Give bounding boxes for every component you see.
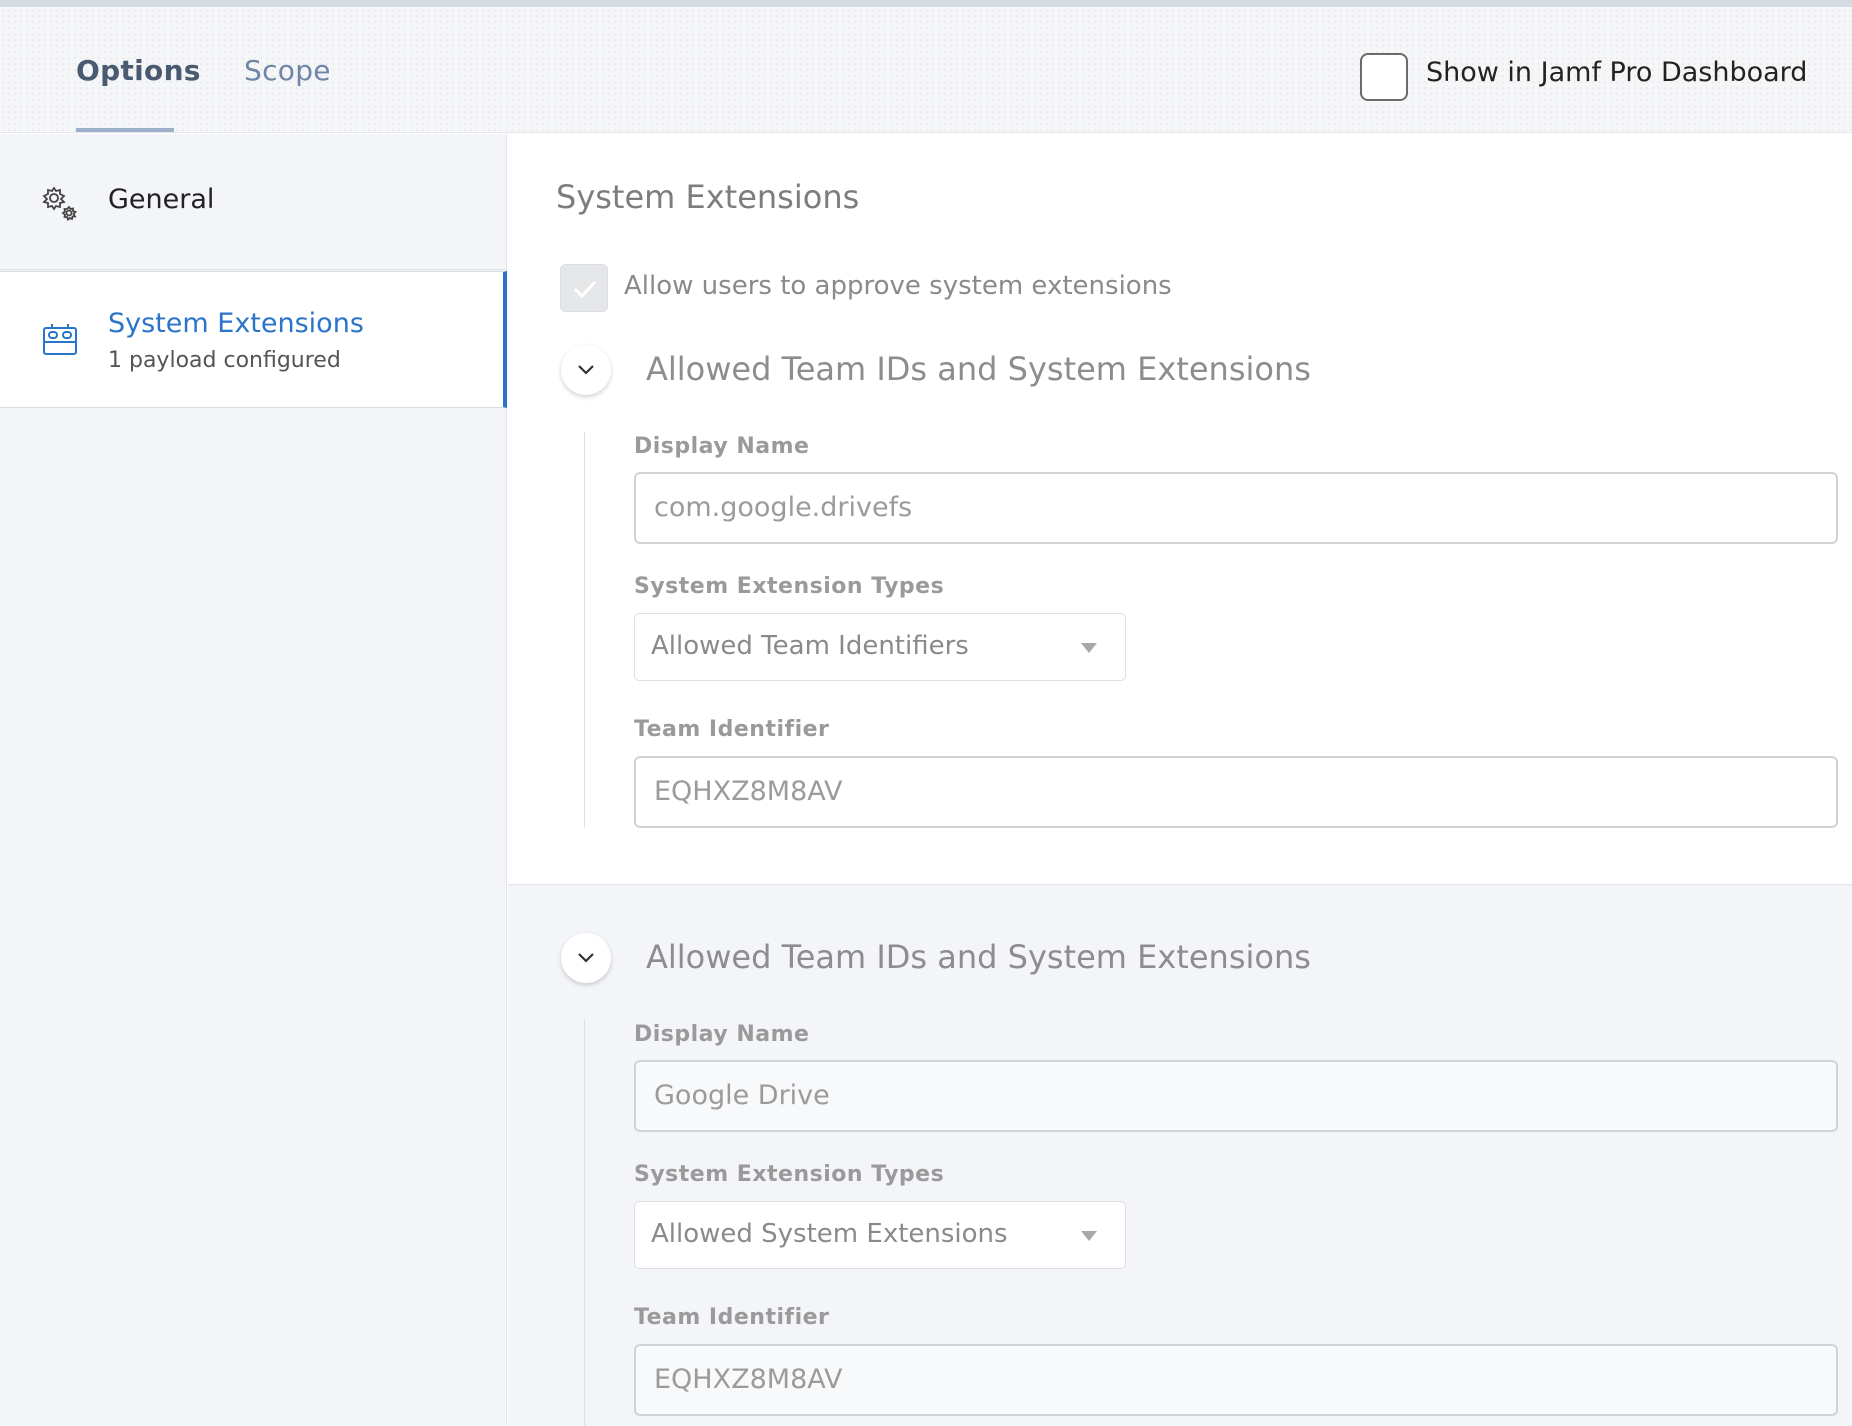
team-identifier-label: Team Identifier [634,1305,830,1330]
extension-types-select[interactable]: Allowed System Extensions [634,1201,1126,1269]
team-identifier-value: EQHXZ8M8AV [654,1364,843,1395]
display-name-label: Display Name [634,1022,810,1047]
collapse-group-2-button[interactable] [561,933,611,983]
sidebar-item-label: System Extensions [108,308,364,339]
display-name-label: Display Name [634,434,810,459]
gears-icon [40,184,80,224]
team-identifier-field[interactable]: EQHXZ8M8AV [634,756,1838,828]
system-extensions-icon [42,322,78,358]
team-identifier-label: Team Identifier [634,717,830,742]
sidebar-item-system-extensions[interactable]: System Extensions 1 payload configured [0,271,507,408]
show-in-dashboard-label: Show in Jamf Pro Dashboard [1426,57,1808,88]
sidebar: General System Extensions 1 payload conf… [0,134,507,1426]
group-divider [584,1020,585,1426]
page-title: System Extensions [556,178,860,216]
tab-bar: Options Scope Show in Jamf Pro Dashboard [0,7,1852,133]
dropdown-caret-icon [1081,643,1097,653]
check-icon [573,280,597,299]
allow-users-approve-checkbox[interactable] [560,264,608,312]
tab-scope[interactable]: Scope [244,54,331,87]
show-in-dashboard-checkbox[interactable] [1360,53,1408,101]
dropdown-caret-icon [1081,1231,1097,1241]
active-tab-indicator [76,128,174,132]
extension-types-label: System Extension Types [634,1162,945,1187]
chevron-down-icon [578,953,594,963]
top-border [0,0,1852,7]
allow-users-approve-label: Allow users to approve system extensions [624,271,1172,301]
extension-types-value: Allowed System Extensions [651,1219,1008,1249]
group-divider [584,432,585,828]
display-name-field[interactable]: com.google.drivefs [634,472,1838,544]
display-name-field[interactable]: Google Drive [634,1060,1838,1132]
tab-options[interactable]: Options [76,54,201,87]
sidebar-item-label: General [108,184,215,215]
chevron-down-icon [578,365,594,375]
display-name-value: com.google.drivefs [654,492,913,523]
group-title: Allowed Team IDs and System Extensions [646,350,1311,388]
team-identifier-value: EQHXZ8M8AV [654,776,843,807]
team-identifier-field[interactable]: EQHXZ8M8AV [634,1344,1838,1416]
payload-count: 1 payload configured [108,348,341,373]
extension-types-select[interactable]: Allowed Team Identifiers [634,613,1126,681]
group-title: Allowed Team IDs and System Extensions [646,938,1311,976]
extension-types-value: Allowed Team Identifiers [651,631,969,661]
collapse-group-1-button[interactable] [561,345,611,395]
extension-types-label: System Extension Types [634,574,945,599]
display-name-value: Google Drive [654,1080,830,1111]
sidebar-item-general[interactable]: General [0,134,507,270]
